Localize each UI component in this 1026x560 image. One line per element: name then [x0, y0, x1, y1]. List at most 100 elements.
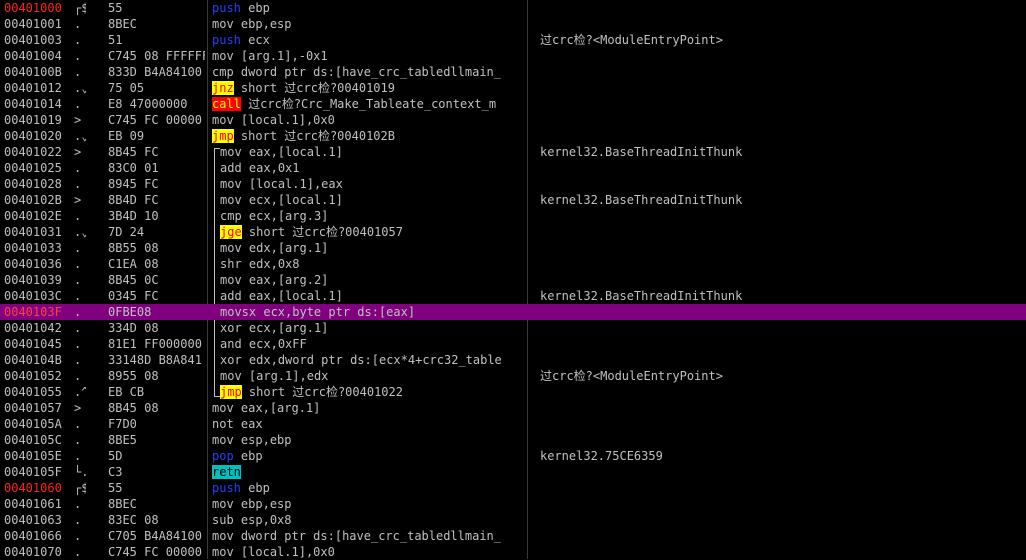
disasm-row[interactable]: 00401055 .^ EB CB jmp short 过crc检?00401022 — [0, 384, 1026, 400]
hex-bytes-cell: E8 47000000 — [108, 97, 188, 111]
disassembly-view[interactable]: 00401000 ┌$ 55 push ebp 00401001. 8BEC mov ebp… — [0, 0, 1026, 559]
instruction-cell: mov eax,[arg.2] — [212, 272, 534, 288]
disasm-row[interactable]: 00401057 >8B45 08 mov eax,[arg.1] — [0, 400, 1026, 416]
disasm-row[interactable]: 0040103F. 0FBE08 movsx ecx,byte ptr ds:[ea… — [0, 304, 1026, 320]
mnemonic: push — [212, 1, 241, 15]
disasm-row[interactable]: 0040105C. 8BE5 mov esp,ebp — [0, 432, 1026, 448]
mnemonic: push — [212, 33, 241, 47]
jump-marker: > — [74, 145, 82, 159]
hex-bytes-cell: 5D — [108, 449, 123, 463]
operands: eax,[arg.2] — [248, 273, 329, 287]
disasm-row[interactable]: 00401063. 83EC 08 sub esp,0x8 — [0, 512, 1026, 528]
address-cell: 00401031 — [4, 225, 62, 239]
address-cell: 0040103F — [4, 305, 62, 319]
jump-marker: . — [74, 241, 82, 255]
instruction-cell: movsx ecx,byte ptr ds:[eax] — [212, 304, 534, 320]
jump-marker: . — [74, 161, 82, 175]
operands: ebp — [248, 481, 270, 495]
disasm-row[interactable]: 00401052. 8955 08 mov [arg.1],edx 过crc检?<Mo… — [0, 368, 1026, 384]
jump-marker: . — [74, 497, 82, 511]
mnemonic: and — [220, 337, 242, 351]
disasm-row[interactable]: 00401042. 334D 08 xor ecx,[arg.1] — [0, 320, 1026, 336]
hex-bytes-cell: 83C0 01 — [108, 161, 159, 175]
instruction-cell: xor ecx,[arg.1] — [212, 320, 534, 336]
disasm-row[interactable]: 0040102B >8B4D FC mov ecx,[local.1] kernel3… — [0, 192, 1026, 208]
disasm-row[interactable]: 00401066. C705 B4A84100 mov dword ptr ds:[… — [0, 528, 1026, 544]
disasm-row[interactable]: 00401025. 83C0 01 add eax,0x1 — [0, 160, 1026, 176]
address-cell: 00401033 — [4, 241, 62, 255]
instruction-cell: mov edx,[arg.1] — [212, 240, 534, 256]
jump-marker: . — [74, 513, 82, 527]
disasm-row[interactable]: 0040105F └. C3 retn — [0, 464, 1026, 480]
instruction-cell: push ebp — [212, 480, 526, 496]
mnemonic: jge — [220, 225, 242, 239]
disasm-row[interactable]: 0040105A. F7D0 not eax — [0, 416, 1026, 432]
hex-bytes-cell: 81E1 FF000000 — [108, 337, 202, 351]
disasm-row[interactable]: 00401070. C745 FC 00000 mov [local.1],0x0 — [0, 544, 1026, 560]
disasm-row[interactable]: 0040103C. 0345 FC add eax,[local.1] kernel3… — [0, 288, 1026, 304]
hex-bytes-cell: EB CB — [108, 385, 145, 399]
hex-bytes-cell: C745 08 FFFFFF — [108, 49, 205, 63]
mnemonic: cmp — [212, 65, 234, 79]
hex-bytes-cell: 0FBE08 — [108, 305, 152, 319]
mnemonic: jmp — [220, 385, 242, 399]
disasm-row[interactable]: 0040104B. 33148D B8A841 xor edx,dword ptr … — [0, 352, 1026, 368]
address-cell: 00401014 — [4, 97, 62, 111]
mnemonic: push — [212, 481, 241, 495]
instruction-cell: mov [local.1],0x0 — [212, 544, 526, 560]
disasm-row[interactable]: 00401019 > C745 FC 00000 mov [local.1],0x0 — [0, 112, 1026, 128]
address-cell: 0040105E — [4, 449, 62, 463]
hex-bytes-cell: 8B45 FC — [108, 145, 159, 159]
disasm-row[interactable]: 00401039. 8B45 0C mov eax,[arg.2] — [0, 272, 1026, 288]
operands: ecx,[arg.3] — [248, 209, 329, 223]
operands: esp,ebp — [240, 433, 292, 447]
comment-cell: 过crc检?<ModuleEntryPoint> — [540, 33, 723, 47]
jump-marker: . — [74, 321, 82, 335]
mnemonic: mov — [220, 273, 242, 287]
disasm-row[interactable]: 0040100B. 833D B4A84100 cmp dword ptr ds:[… — [0, 64, 1026, 80]
disasm-row[interactable]: 0040105E. 5D pop ebp kernel32.75CE6359 — [0, 448, 1026, 464]
disasm-row[interactable]: 00401003. 51 push ecx 过crc检?<ModuleEntryPoi… — [0, 32, 1026, 48]
mnemonic: shr — [220, 257, 242, 271]
address-cell: 00401000 — [4, 1, 62, 15]
jump-marker: .⌄ — [74, 129, 86, 143]
disasm-row[interactable]: 00401022 >8B45 FC mov eax,[local.1] kernel3… — [0, 144, 1026, 160]
comment-cell: kernel32.75CE6359 — [540, 449, 663, 463]
mnemonic: mov — [220, 193, 242, 207]
disasm-row[interactable]: 00401061. 8BEC mov ebp,esp — [0, 496, 1026, 512]
hex-bytes-cell: 83EC 08 — [108, 513, 159, 527]
mnemonic: mov — [212, 433, 234, 447]
disasm-row[interactable]: 00401031 .⌄ 7D 24 jge short 过crc检?00401057 — [0, 224, 1026, 240]
instruction-cell: shr edx,0x8 — [212, 256, 534, 272]
address-cell: 00401042 — [4, 321, 62, 335]
disasm-row[interactable]: 00401014. E8 47000000 call 过crc检?Crc_Make_… — [0, 96, 1026, 112]
jump-marker: . — [74, 177, 82, 191]
operands: eax,[local.1] — [248, 289, 343, 303]
jump-marker: └. — [74, 465, 86, 479]
mnemonic: retn — [212, 465, 241, 479]
operands: eax,[arg.1] — [240, 401, 321, 415]
operands: 过crc检?Crc_Make_Tableate_context_m — [248, 97, 497, 111]
disasm-row[interactable]: 00401004. C745 08 FFFFFF mov [arg.1],-0x1 — [0, 48, 1026, 64]
disasm-row[interactable]: 00401001. 8BEC mov ebp,esp — [0, 16, 1026, 32]
mnemonic: xor — [220, 321, 242, 335]
operands: [arg.1],edx — [248, 369, 329, 383]
address-cell: 00401020 — [4, 129, 62, 143]
disasm-row[interactable]: 00401012 .⌄ 75 05 jnz short 过crc检?00401019 — [0, 80, 1026, 96]
comment-cell: kernel32.BaseThreadInitThunk — [540, 145, 743, 159]
disasm-row[interactable]: 00401045. 81E1 FF000000 and ecx,0xFF — [0, 336, 1026, 352]
disasm-row[interactable]: 00401028. 8945 FC mov [local.1],eax — [0, 176, 1026, 192]
disasm-row[interactable]: 0040102E. 3B4D 10 cmp ecx,[arg.3] — [0, 208, 1026, 224]
address-cell: 00401036 — [4, 257, 62, 271]
operands: ecx — [248, 33, 270, 47]
disasm-row[interactable]: 00401036. C1EA 08 shr edx,0x8 — [0, 256, 1026, 272]
disasm-row[interactable]: 00401060 ┌$ 55 push ebp — [0, 480, 1026, 496]
operands: short 过crc检?00401019 — [240, 81, 395, 95]
mnemonic: call — [212, 97, 241, 111]
instruction-cell: xor edx,dword ptr ds:[ecx*4+crc32_table — [212, 352, 534, 368]
disasm-row[interactable]: 00401000 ┌$ 55 push ebp — [0, 0, 1026, 16]
disasm-row[interactable]: 00401033. 8B55 08 mov edx,[arg.1] — [0, 240, 1026, 256]
operands: [local.1],eax — [248, 177, 343, 191]
comment-cell: kernel32.BaseThreadInitThunk — [540, 193, 743, 207]
disasm-row[interactable]: 00401020 .⌄ EB 09 jmp short 过crc检?0040102B — [0, 128, 1026, 144]
